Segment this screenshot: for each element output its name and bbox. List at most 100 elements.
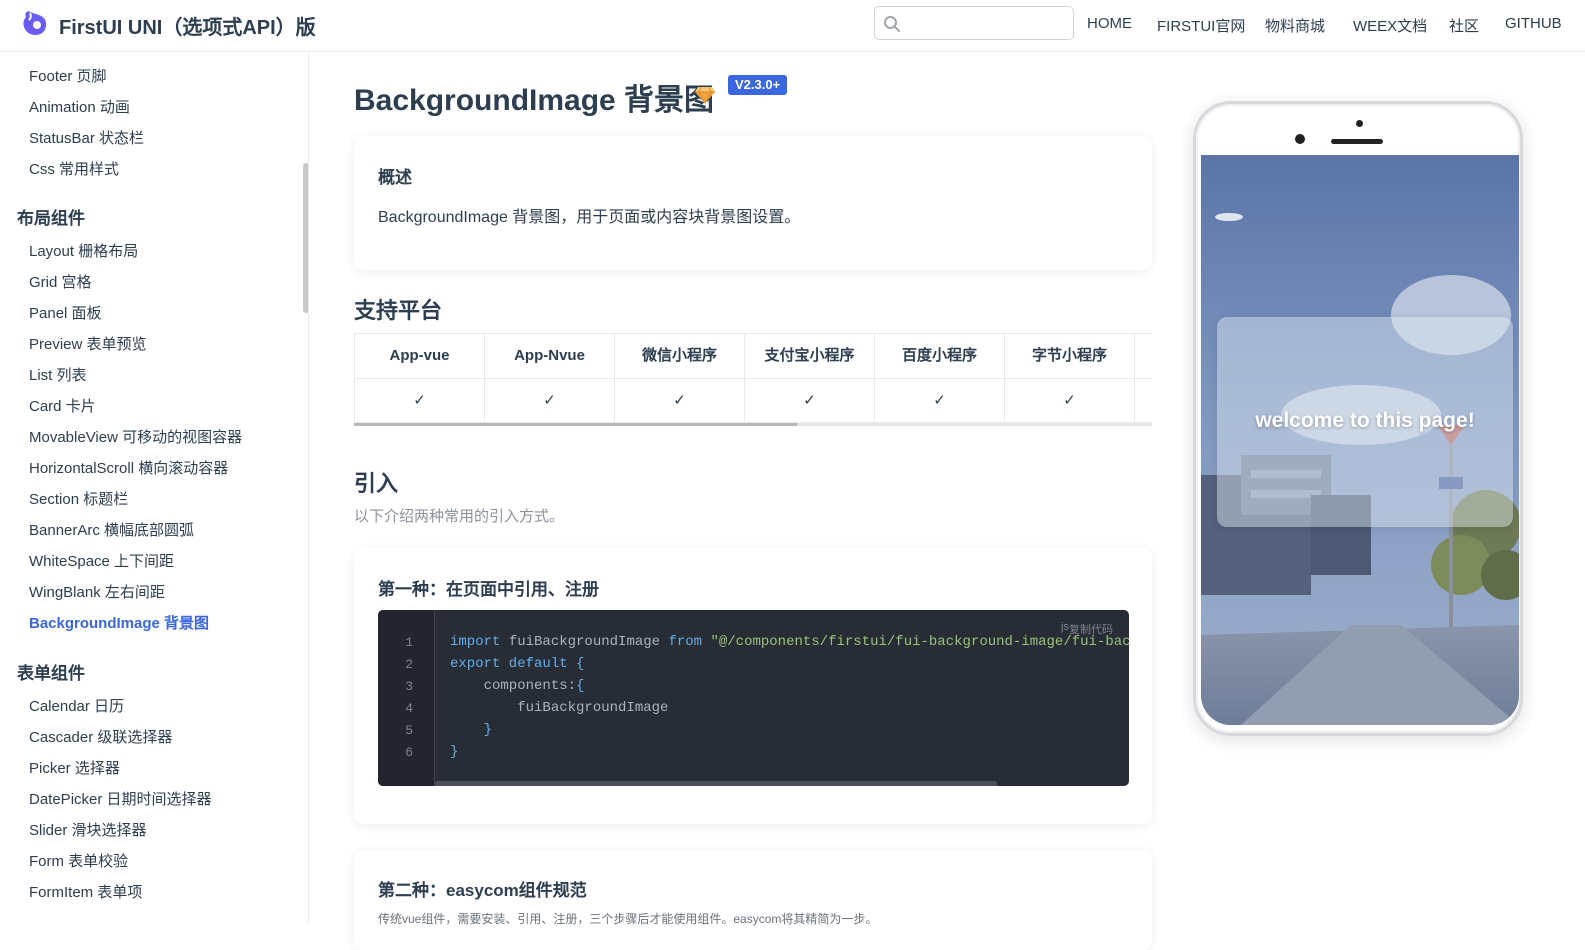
sidebar-item-slider[interactable]: Slider 滑块选择器	[29, 819, 147, 840]
sidebar-item-css[interactable]: Css 常用样式	[29, 158, 119, 179]
line-number: 6	[405, 745, 413, 760]
welcome-text: welcome to this page!	[1255, 409, 1475, 432]
platform-header	[1134, 333, 1152, 379]
overview-card: 概述 BackgroundImage 背景图，用于页面或内容块背景图设置。	[354, 136, 1152, 270]
code-keyword: from	[668, 634, 703, 650]
import-way1-title: 第一种：在页面中引用、注册	[378, 580, 599, 599]
platform-header: 百度小程序	[874, 333, 1005, 379]
sidebar-item-backgroundimage[interactable]: BackgroundImage 背景图	[29, 612, 209, 633]
platform-support-check	[1134, 378, 1152, 423]
code-line: export default {	[450, 656, 584, 672]
sidebar-item-statusbar[interactable]: StatusBar 状态栏	[29, 127, 144, 148]
sidebar-item-wingblank[interactable]: WingBlank 左右间距	[29, 581, 165, 602]
sidebar-scrollbar[interactable]	[303, 163, 308, 313]
import-way2-card: 第二种：easycom组件规范 传统vue组件，需要安装、引用、注册，三个步骤后…	[354, 850, 1152, 950]
code-keyword: import	[450, 634, 501, 650]
firstui-logo-icon[interactable]	[20, 9, 48, 37]
search-box[interactable]	[874, 6, 1074, 40]
platform-header: 字节小程序	[1004, 333, 1135, 379]
line-number: 1	[405, 635, 413, 650]
platform-header: App-vue	[354, 333, 485, 379]
sidebar-item-calendar[interactable]: Calendar 日历	[29, 695, 124, 716]
code-keyword: export default	[450, 656, 568, 672]
sidebar-item-formitem[interactable]: FormItem 表单项	[29, 881, 142, 902]
code-keyword: {	[576, 678, 585, 694]
overview-text: BackgroundImage 背景图，用于页面或内容块背景图设置。	[378, 209, 801, 226]
sidebar-item-bannerarc[interactable]: BannerArc 横幅底部圆弧	[29, 519, 194, 540]
sidebar-item-layout[interactable]: Layout 栅格布局	[29, 240, 138, 261]
welcome-card: welcome to this page!	[1217, 317, 1513, 527]
sidebar-item-panel[interactable]: Panel 面板	[29, 302, 102, 323]
phone-camera	[1295, 134, 1305, 144]
import-way2-title: 第二种：easycom组件规范	[378, 881, 587, 900]
sidebar-item-cascader[interactable]: Cascader 级联选择器	[29, 726, 172, 747]
sidebar-item-section[interactable]: Section 标题栏	[29, 488, 128, 509]
sidebar-item-form[interactable]: Form 表单校验	[29, 850, 128, 871]
sidebar-group-form: 表单组件	[17, 664, 85, 683]
nav-community[interactable]: 社区	[1449, 15, 1479, 36]
sidebar-item-horizontalscroll[interactable]: HorizontalScroll 横向滚动容器	[29, 457, 228, 478]
import-description: 以下介绍两种常用的引入方式。	[354, 508, 565, 525]
version-badge: V2.3.0+	[728, 75, 788, 95]
sidebar-group-layout: 布局组件	[17, 209, 85, 228]
nav-firstui-site[interactable]: FIRSTUI官网	[1157, 15, 1245, 36]
code-line: }	[450, 744, 458, 760]
platform-support-check: ✓	[744, 378, 875, 423]
code-line: }	[450, 722, 492, 738]
code-text: fuiBackgroundImage	[500, 634, 669, 650]
platform-support-check: ✓	[1004, 378, 1135, 423]
search-input[interactable]	[905, 11, 1067, 35]
code-line: fuiBackgroundImage	[450, 700, 668, 716]
platform-support-check: ✓	[874, 378, 1005, 423]
sidebar-item-movableview[interactable]: MovableView 可移动的视图容器	[29, 426, 242, 447]
import-heading: 引入	[354, 471, 399, 496]
page-title: BackgroundImage 背景图	[354, 84, 715, 117]
code-string: "@/components/firstui/fui-background-ima…	[710, 634, 1129, 650]
sidebar-item-datepicker[interactable]: DatePicker 日期时间选择器	[29, 788, 212, 809]
sidebar-item-list[interactable]: List 列表	[29, 364, 87, 385]
platform-support-check: ✓	[614, 378, 745, 423]
top-navbar: FirstUI UNI（选项式API）版 HOME FIRSTUI官网 物料商城…	[0, 0, 1585, 52]
sidebar-item-picker[interactable]: Picker 选择器	[29, 757, 120, 778]
nav-github[interactable]: GITHUB	[1505, 15, 1562, 32]
phone-sensor	[1356, 120, 1363, 127]
platform-header: App-Nvue	[484, 333, 615, 379]
code-keyword: {	[576, 656, 585, 672]
sidebar-item-grid[interactable]: Grid 宫格	[29, 271, 92, 292]
nav-weex-docs[interactable]: WEEX文档	[1353, 15, 1427, 36]
line-number: 4	[405, 701, 413, 716]
platform-header: 支付宝小程序	[744, 333, 875, 379]
code-block[interactable]: 1 2 3 4 5 6 js 复制代码 import fuiBackground…	[378, 610, 1129, 786]
site-title[interactable]: FirstUI UNI（选项式API）版	[59, 11, 316, 40]
import-way2-description: 传统vue组件，需要安装、引用、注册，三个步骤后才能使用组件。easycom将其…	[378, 912, 878, 926]
code-scrollbar[interactable]	[435, 781, 997, 786]
sidebar-item-whitespace[interactable]: WhiteSpace 上下间距	[29, 550, 174, 571]
code-line: components:{	[450, 678, 585, 694]
nav-home[interactable]: HOME	[1087, 15, 1132, 32]
overview-title: 概述	[378, 168, 412, 187]
code-text: fuiBackgroundImage	[450, 700, 669, 716]
line-number: 5	[405, 723, 413, 738]
code-keyword: }	[483, 722, 493, 738]
sidebar-item-footer[interactable]: Footer 页脚	[29, 65, 107, 86]
sidebar-item-card[interactable]: Card 卡片	[29, 395, 96, 416]
platform-support-check: ✓	[484, 378, 615, 423]
code-text: components:	[450, 678, 577, 694]
sidebar-item-preview[interactable]: Preview 表单预览	[29, 333, 147, 354]
line-number: 2	[405, 657, 413, 672]
platform-support-check: ✓	[354, 378, 485, 423]
platform-header: 微信小程序	[614, 333, 745, 379]
code-language-label: js	[1061, 621, 1069, 633]
code-keyword: }	[450, 744, 459, 760]
diamond-icon	[695, 86, 715, 104]
sidebar-item-animation[interactable]: Animation 动画	[29, 96, 130, 117]
nav-material-store[interactable]: 物料商城	[1265, 15, 1325, 36]
import-way1-card: 第一种：在页面中引用、注册 1 2 3 4 5 6 js 复制代码 import…	[354, 548, 1152, 824]
platform-table: App-vue App-Nvue 微信小程序 支付宝小程序 百度小程序 字节小程…	[354, 333, 1152, 426]
table-scrollbar[interactable]	[354, 423, 797, 426]
platforms-heading: 支持平台	[354, 298, 443, 323]
search-icon	[884, 16, 900, 32]
line-number: 3	[405, 679, 413, 694]
